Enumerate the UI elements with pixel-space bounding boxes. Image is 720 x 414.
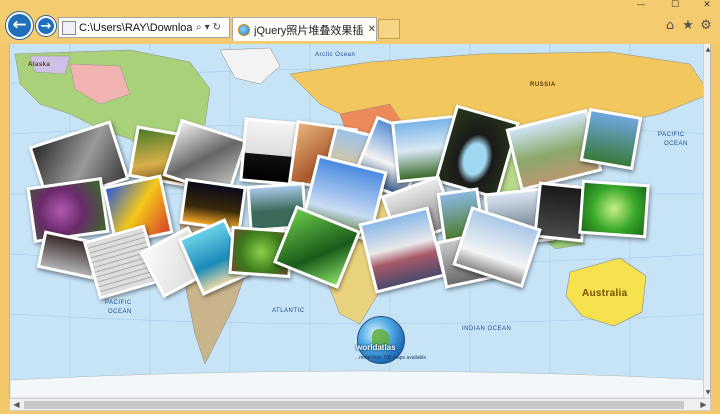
address-url[interactable]: C:\Users\RAY\Downloads\xxxx (79, 22, 192, 34)
home-icon[interactable]: ⌂ (662, 18, 678, 34)
arrow-right-icon: → (40, 18, 52, 34)
tab-close-button[interactable]: ✕ (368, 24, 376, 35)
photo-purple-flowers[interactable] (26, 176, 110, 244)
scroll-right-arrow-icon[interactable]: ▶ (697, 399, 710, 410)
tab-active[interactable]: jQuery照片堆叠效果插件P... ✕ (232, 17, 377, 41)
map-label-australia: Australia (582, 288, 628, 299)
logo-tagline: ...more than 700 maps available (355, 355, 427, 361)
vertical-scrollbar[interactable]: ▲ ▼ (703, 44, 710, 398)
address-bar[interactable]: C:\Users\RAY\Downloads\xxxx ⌕ ▾ ↻ (58, 17, 230, 38)
settings-icon[interactable]: ⚙ (698, 18, 714, 34)
horizontal-scroll-thumb[interactable] (24, 401, 684, 409)
map-label-arctic: Arctic Ocean (315, 52, 356, 58)
scroll-down-arrow-icon[interactable]: ▼ (704, 389, 710, 396)
horizontal-scrollbar[interactable]: ◀ ▶ (9, 398, 711, 411)
dropdown-icon[interactable]: ▾ (205, 22, 210, 33)
page-viewport: Arctic Ocean Alaska RUSSIA PACIFIC OCEAN… (9, 44, 711, 398)
tab-title: jQuery照片堆叠效果插件P... (254, 24, 364, 37)
ie-icon (238, 23, 250, 36)
page-icon (62, 20, 76, 35)
browser-chrome: — ☐ ✕ ← → C:\Users\RAY\Downloads\xxxx ⌕ … (0, 0, 720, 44)
refresh-icon[interactable]: ↻ (213, 22, 221, 33)
map-label-pacific-left: PACIFIC (105, 300, 132, 306)
arrow-left-icon: ← (12, 15, 27, 35)
map-label-alaska: Alaska (28, 62, 51, 68)
minimize-button[interactable]: — (630, 0, 652, 12)
photo-green-leaf[interactable] (578, 179, 650, 239)
close-window-button[interactable]: ✕ (696, 0, 718, 12)
map-label-indian-ocean: INDIAN OCEAN (462, 326, 512, 332)
map-label-atlantic: ATLANTIC (272, 308, 305, 314)
scroll-up-arrow-icon[interactable]: ▲ (704, 46, 710, 53)
photo-tree-sky[interactable] (579, 107, 643, 171)
forward-button[interactable]: → (36, 16, 56, 36)
new-tab-button[interactable] (378, 19, 400, 39)
favorites-icon[interactable]: ★ (680, 18, 696, 34)
scroll-left-arrow-icon[interactable]: ◀ (10, 399, 23, 410)
map-label-ocean-right: OCEAN (664, 141, 688, 147)
search-icon[interactable]: ⌕ (196, 22, 202, 33)
logo-brand: worldatlas (356, 343, 396, 352)
back-button[interactable]: ← (6, 12, 33, 39)
map-label-russia: RUSSIA (530, 82, 556, 88)
map-label-ocean-left: OCEAN (108, 309, 132, 315)
map-label-pacific-right: PACIFIC (658, 132, 685, 138)
maximize-button[interactable]: ☐ (664, 0, 686, 12)
